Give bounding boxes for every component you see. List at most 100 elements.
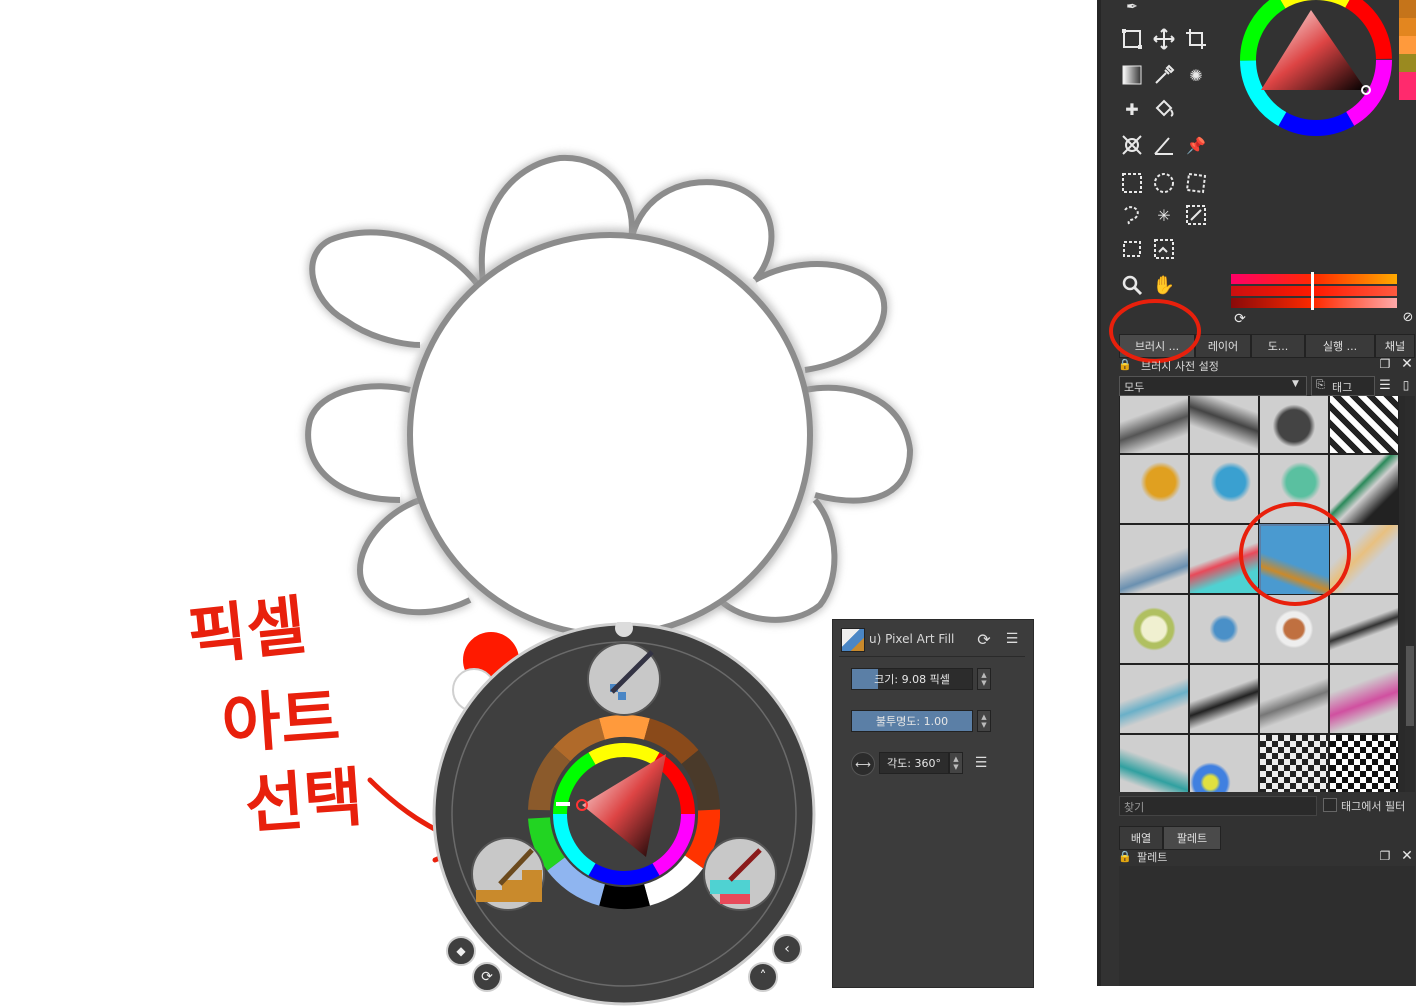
saturation-slider[interactable] [1231, 286, 1397, 296]
eyedropper-icon[interactable] [1149, 60, 1179, 90]
reference-pin-icon[interactable]: 📌 [1181, 130, 1211, 160]
brush-preset[interactable] [1119, 396, 1189, 454]
color-selector[interactable] [1231, 0, 1401, 140]
lock-icon[interactable]: 🔒 [1117, 356, 1133, 372]
rect-select-icon[interactable] [1117, 168, 1147, 198]
opacity-spin[interactable]: ▲ ▼ [977, 710, 991, 732]
palette-title: 팔레트 [1137, 851, 1168, 864]
annotation-text-3: 선택 [242, 760, 366, 844]
panel-splitter[interactable] [1097, 0, 1101, 986]
angle-field[interactable]: 각도: 360° [879, 752, 949, 774]
filter-by-tag-checkbox[interactable] [1323, 798, 1337, 812]
tab-palette[interactable]: 팔레트 [1163, 826, 1221, 850]
brush-preset[interactable] [1119, 734, 1189, 792]
popup-palette[interactable]: ◆ ⟳ ‹ ˄ [432, 622, 816, 1006]
tag-filter-value: 모두 [1124, 381, 1145, 394]
view-menu-icon[interactable]: ☰ [1375, 374, 1395, 396]
reset-color-icon[interactable]: ⟳ [1225, 304, 1255, 334]
annotation-text-1: 픽셀 [184, 589, 310, 675]
brush-preset[interactable] [1119, 524, 1189, 594]
brush-preset[interactable] [1329, 396, 1399, 454]
opacity-slider-label: 불투명도: 1.00 [875, 715, 949, 728]
brush-preset[interactable] [1189, 396, 1259, 454]
angle-spin[interactable]: ▲ ▼ [949, 752, 963, 774]
tag-icon[interactable]: ◆ [446, 936, 476, 966]
assistant-icon[interactable] [1117, 130, 1147, 160]
gradient-icon[interactable] [1117, 60, 1147, 90]
angle-dial-icon[interactable]: ⟷ [851, 752, 875, 776]
palette-brush-slot-right [703, 837, 777, 911]
tab-undo-history[interactable]: 실행 ... [1305, 334, 1375, 358]
opacity-slider[interactable]: 불투명도: 1.00 [851, 710, 973, 732]
info-icon[interactable]: ▯ [1397, 374, 1415, 396]
hue-slider[interactable] [1231, 274, 1397, 284]
slider-cursor[interactable] [1311, 272, 1314, 310]
size-slider-label: 크기: 9.08 픽셀 [874, 673, 950, 686]
float-docker-icon[interactable]: ❐ [1377, 356, 1393, 372]
palette-brush-slot-left [471, 837, 545, 911]
brush-preset[interactable] [1119, 454, 1189, 524]
brush-preset[interactable] [1119, 664, 1189, 734]
tag-filter-select[interactable]: 모두 ▼ [1119, 376, 1307, 396]
freehand-select-icon[interactable] [1117, 200, 1147, 230]
color-history-strip[interactable] [1399, 0, 1416, 100]
rotate-reset-icon[interactable]: ⟳ [472, 962, 502, 992]
close-icon[interactable]: ✕ [1399, 356, 1415, 372]
palette-float-icon[interactable]: ❐ [1377, 848, 1393, 864]
popup-palette-wheel[interactable] [432, 622, 816, 1006]
magic-wand-icon[interactable]: ✳ [1149, 200, 1179, 230]
divider [839, 656, 1025, 657]
bookmark-icon: ⎘ [1316, 378, 1325, 391]
preset-name: u) Pixel Art Fill [869, 632, 955, 646]
presets-title: 브러시 사전 설정 [1141, 360, 1219, 373]
smart-patch-icon[interactable]: ✺ [1181, 60, 1211, 90]
palette-area[interactable] [1119, 866, 1415, 986]
tag-button[interactable]: ⎘ 태그 [1311, 376, 1375, 396]
brush-preset[interactable] [1189, 734, 1259, 792]
search-placeholder: 찾기 [1124, 801, 1145, 814]
ellipse-select-icon[interactable] [1149, 168, 1179, 198]
similar-select-icon[interactable] [1181, 200, 1211, 230]
tag-button-label: 태그 [1332, 381, 1353, 394]
chevron-up-icon[interactable]: ˄ [748, 962, 778, 992]
palette-brush-slot-top [587, 642, 661, 716]
brush-preset[interactable] [1119, 594, 1189, 664]
crop-icon[interactable] [1181, 24, 1211, 54]
brush-preset[interactable] [1259, 734, 1329, 792]
measure-icon[interactable] [1149, 130, 1179, 160]
brush-preset[interactable] [1259, 664, 1329, 734]
reload-preset-icon[interactable]: ⟳ [973, 628, 995, 650]
brush-preset[interactable] [1259, 396, 1329, 454]
preset-scrollbar[interactable] [1405, 396, 1415, 792]
move-icon[interactable] [1149, 24, 1179, 54]
right-docker-panel: ✒ ✺ ✚ 📌 ✳ ✋ ⟳ ⊘ 브러시 ... 레이어 도... 실행 ... … [1097, 0, 1416, 986]
assistant-tool-icon[interactable]: ✚ [1117, 94, 1147, 124]
angle-menu-icon[interactable]: ☰ [971, 752, 991, 774]
size-spin[interactable]: ▲ ▼ [977, 668, 991, 690]
tab-arrange[interactable]: 배열 [1119, 826, 1163, 850]
brush-preset[interactable] [1329, 734, 1399, 792]
fill-bucket-icon[interactable] [1149, 94, 1179, 124]
preset-search-input[interactable]: 찾기 [1119, 796, 1317, 816]
brush-settings-popup: u) Pixel Art Fill ⟳ ☰ 크기: 9.08 픽셀 ▲ ▼ 불투명… [832, 619, 1034, 988]
bezier-select-icon[interactable] [1117, 234, 1147, 264]
brush-preset[interactable] [1189, 664, 1259, 734]
size-slider[interactable]: 크기: 9.08 픽셀 [851, 668, 973, 690]
transform-icon[interactable] [1117, 24, 1147, 54]
calligraphy-icon[interactable]: ✒ [1117, 0, 1147, 22]
tab-channels[interactable]: 채널 [1375, 334, 1415, 358]
chevron-down-icon: ▼ [1292, 379, 1299, 389]
settings-sliders-icon[interactable]: ☰ [1001, 628, 1023, 650]
angle-field-label: 각도: 360° [887, 757, 941, 770]
clear-icon[interactable]: ⊘ [1393, 302, 1416, 332]
palette-close-icon[interactable]: ✕ [1399, 848, 1415, 864]
polygon-select-icon[interactable] [1181, 168, 1211, 198]
value-slider[interactable] [1231, 298, 1397, 308]
magnetic-select-icon[interactable] [1149, 234, 1179, 264]
palette-lock-icon[interactable]: 🔒 [1117, 848, 1133, 864]
preset-thumbnail [841, 628, 865, 652]
brush-preset[interactable] [1329, 664, 1399, 734]
annotation-text-2: 아트 [219, 680, 343, 764]
tab-tool-options[interactable]: 도... [1251, 334, 1305, 358]
chevron-left-icon[interactable]: ‹ [772, 934, 802, 964]
